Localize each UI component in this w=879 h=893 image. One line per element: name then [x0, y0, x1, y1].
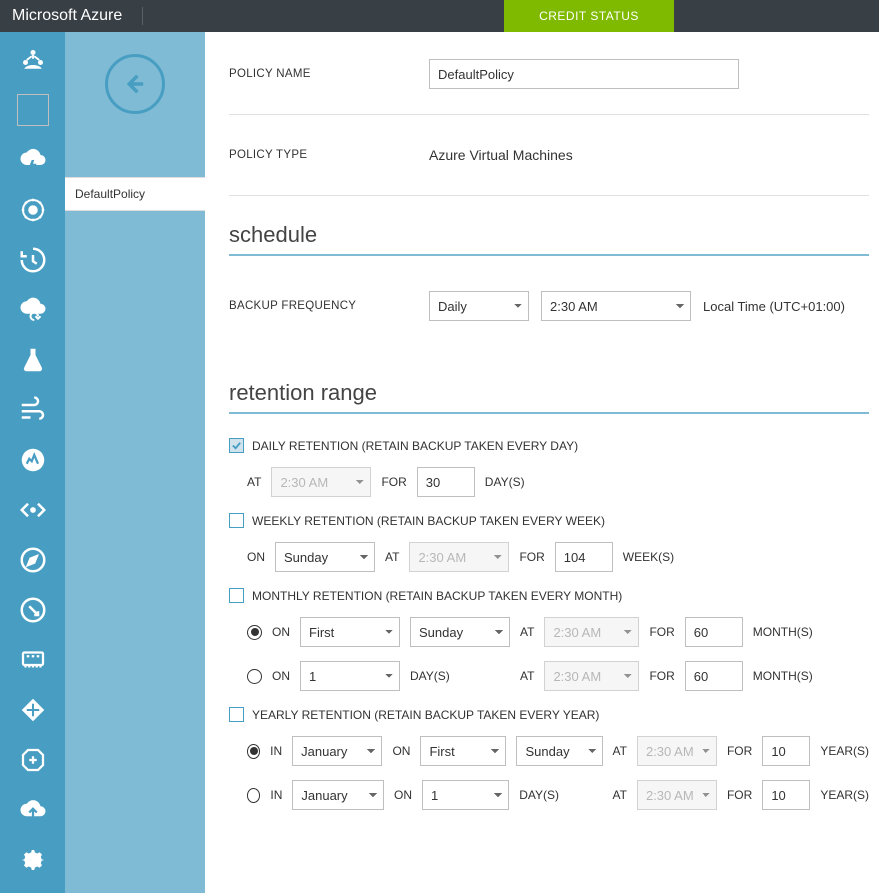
monthly-time1-select: 2:30 AM: [544, 617, 639, 647]
monthly-retention-label: MONTHLY RETENTION (RETAIN BACKUP TAKEN E…: [252, 589, 622, 603]
monthly-mode2-radio[interactable]: [247, 669, 262, 684]
nav-icon-settings[interactable]: [17, 844, 49, 876]
yearly-in1-label: IN: [270, 744, 282, 758]
yearly-on2-label: ON: [394, 788, 412, 802]
daily-count-input[interactable]: [417, 467, 475, 497]
back-button[interactable]: [105, 54, 165, 114]
policy-type-label: POLICY TYPE: [229, 149, 429, 161]
yearly-for1-label: FOR: [727, 744, 752, 758]
monthly-on2-label: ON: [272, 669, 290, 683]
weekly-for-label: FOR: [519, 550, 544, 564]
monthly-at2-label: AT: [520, 669, 534, 683]
monthly-mode1-radio[interactable]: [247, 625, 262, 640]
daily-time-select: 2:30 AM: [271, 467, 371, 497]
yearly-dom-select[interactable]: 1: [422, 780, 509, 810]
daily-at-label: AT: [247, 475, 261, 489]
weekly-retention-checkbox[interactable]: [229, 513, 244, 528]
policy-type-value: Azure Virtual Machines: [429, 147, 573, 163]
policy-name-label: POLICY NAME: [229, 68, 429, 80]
nav-icon-compass[interactable]: [17, 544, 49, 576]
policy-name-input[interactable]: [429, 59, 739, 89]
monthly-on1-label: ON: [272, 625, 290, 639]
yearly-mode1-radio[interactable]: [247, 744, 260, 759]
nav-icon-flask[interactable]: [17, 344, 49, 376]
yearly-day-select[interactable]: Sunday: [516, 736, 602, 766]
breadcrumb-blade: DefaultPolicy: [65, 32, 205, 893]
yearly-time1-select: 2:30 AM: [637, 736, 717, 766]
brand-separator: [142, 7, 143, 25]
retention-title: retention range: [229, 380, 869, 406]
yearly-for2-label: FOR: [727, 788, 752, 802]
breadcrumb-item[interactable]: DefaultPolicy: [65, 177, 205, 211]
policy-form: POLICY NAME POLICY TYPE Azure Virtual Ma…: [205, 32, 879, 893]
weekly-day-select[interactable]: Sunday: [275, 542, 375, 572]
yearly-month1-select[interactable]: January: [292, 736, 382, 766]
yearly-ordinal-select[interactable]: First: [420, 736, 506, 766]
yearly-at1-label: AT: [613, 744, 627, 758]
daily-for-label: FOR: [381, 475, 406, 489]
monthly-dayunit-label: DAY(S): [410, 669, 510, 683]
yearly-unit2-label: YEAR(S): [820, 788, 869, 802]
daily-retention-checkbox[interactable]: [229, 438, 244, 453]
yearly-count2-input[interactable]: [762, 780, 810, 810]
nav-icon-cloud-upload[interactable]: [17, 794, 49, 826]
yearly-in2-label: IN: [270, 788, 282, 802]
monthly-for2-label: FOR: [649, 669, 674, 683]
nav-icon-all-services[interactable]: [17, 44, 49, 76]
yearly-month2-select[interactable]: January: [292, 780, 384, 810]
monthly-count2-input[interactable]: [685, 661, 743, 691]
monthly-unit1-label: MONTH(S): [753, 625, 813, 639]
topbar: Microsoft Azure CREDIT STATUS: [0, 0, 879, 32]
nav-icon-remote[interactable]: [17, 594, 49, 626]
yearly-dayunit-label: DAY(S): [519, 788, 602, 802]
nav-icon-cloud[interactable]: [17, 94, 49, 126]
timezone-label: Local Time (UTC+01:00): [703, 299, 845, 314]
monthly-time2-select: 2:30 AM: [544, 661, 639, 691]
weekly-count-input[interactable]: [555, 542, 613, 572]
weekly-retention-label: WEEKLY RETENTION (RETAIN BACKUP TAKEN EV…: [252, 514, 605, 528]
yearly-mode2-radio[interactable]: [247, 788, 260, 803]
yearly-on1-label: ON: [392, 744, 410, 758]
credit-status-button[interactable]: CREDIT STATUS: [504, 0, 674, 32]
daily-retention-label: DAILY RETENTION (RETAIN BACKUP TAKEN EVE…: [252, 439, 578, 453]
nav-icon-gear-clock[interactable]: [17, 194, 49, 226]
daily-unit-label: DAY(S): [485, 475, 525, 489]
monthly-dom-select[interactable]: 1: [300, 661, 400, 691]
nav-icon-wind[interactable]: [17, 394, 49, 426]
backup-frequency-label: BACKUP FREQUENCY: [229, 300, 429, 312]
weekly-on-label: ON: [247, 550, 265, 564]
monthly-ordinal-select[interactable]: First: [300, 617, 400, 647]
yearly-time2-select: 2:30 AM: [637, 780, 717, 810]
nav-icon-monitor[interactable]: [17, 444, 49, 476]
yearly-unit1-label: YEAR(S): [820, 744, 869, 758]
monthly-at1-label: AT: [520, 625, 534, 639]
weekly-time-select: 2:30 AM: [409, 542, 509, 572]
yearly-retention-label: YEARLY RETENTION (RETAIN BACKUP TAKEN EV…: [252, 708, 599, 722]
backup-time-select[interactable]: 2:30 AM: [541, 291, 691, 321]
weekly-at-label: AT: [385, 550, 399, 564]
weekly-unit-label: WEEK(S): [623, 550, 674, 564]
nav-icon-memory[interactable]: [17, 644, 49, 676]
nav-icon-code[interactable]: [17, 494, 49, 526]
yearly-retention-checkbox[interactable]: [229, 707, 244, 722]
monthly-retention-checkbox[interactable]: [229, 588, 244, 603]
nav-icon-cloud-bolt[interactable]: [17, 144, 49, 176]
yearly-at2-label: AT: [613, 788, 627, 802]
schedule-title: schedule: [229, 222, 869, 248]
monthly-unit2-label: MONTH(S): [753, 669, 813, 683]
backup-frequency-select[interactable]: Daily: [429, 291, 529, 321]
nav-icon-cloud-sync[interactable]: [17, 294, 49, 326]
monthly-for1-label: FOR: [649, 625, 674, 639]
nav-icon-diamond[interactable]: [17, 694, 49, 726]
nav-icon-history[interactable]: [17, 244, 49, 276]
monthly-day-select[interactable]: Sunday: [410, 617, 510, 647]
brand-label: Microsoft Azure: [0, 7, 134, 25]
nav-icon-add-module[interactable]: [17, 744, 49, 776]
monthly-count1-input[interactable]: [685, 617, 743, 647]
nav-rail: [0, 32, 65, 893]
shell: DefaultPolicy POLICY NAME POLICY TYPE Az…: [0, 32, 879, 893]
yearly-count1-input[interactable]: [762, 736, 810, 766]
